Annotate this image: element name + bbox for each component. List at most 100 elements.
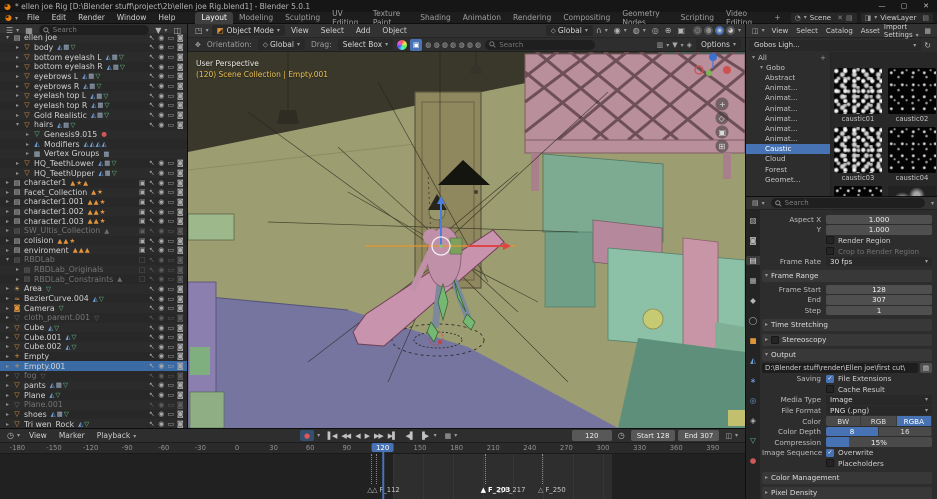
hide-toggle[interactable]: ◉ bbox=[157, 285, 167, 293]
render-toggle[interactable]: ◙ bbox=[176, 34, 186, 42]
hide-toggle[interactable]: ◉ bbox=[157, 401, 167, 409]
view-options-icon[interactable]: ◫▾ bbox=[722, 432, 741, 440]
outliner-row[interactable]: ▸▽Gold Realistic◭▦▽↖◉▭◙ bbox=[0, 110, 187, 120]
selectable-toggle[interactable]: ↖ bbox=[147, 362, 157, 370]
asset-thumbnail[interactable] bbox=[834, 186, 882, 196]
viewport-toggle[interactable]: ▭ bbox=[166, 324, 176, 332]
hide-toggle[interactable]: ◉ bbox=[157, 227, 167, 235]
selectable-toggle[interactable]: ↖ bbox=[147, 53, 157, 61]
collection-checkbox[interactable]: ▣ bbox=[138, 198, 148, 206]
play-reverse-button[interactable]: ◀ bbox=[353, 432, 362, 440]
segment-option-bw[interactable]: BW bbox=[826, 416, 861, 426]
outliner-row[interactable]: ▸▽Cube◭▽↖◉▭◙ bbox=[0, 323, 187, 333]
shading-material-icon[interactable]: ◉ bbox=[715, 26, 724, 35]
hide-toggle[interactable]: ◉ bbox=[157, 372, 167, 380]
viewport-toggle[interactable]: ▭ bbox=[166, 401, 176, 409]
selectable-toggle[interactable]: ↖ bbox=[147, 304, 157, 312]
import-settings-dropdown[interactable]: Import Settings▾ bbox=[884, 24, 921, 39]
drag-mode-dropdown[interactable]: Select Box▾ bbox=[338, 39, 393, 50]
checkbox[interactable]: ✓ bbox=[826, 375, 834, 383]
selectable-toggle[interactable]: ↖ bbox=[147, 352, 157, 360]
workspace-tab-video-editing[interactable]: Video Editing bbox=[720, 12, 768, 24]
collection-checkbox[interactable]: ▣ bbox=[138, 237, 148, 245]
editor-type-icon[interactable]: ◳▾ bbox=[192, 26, 212, 35]
hide-toggle[interactable]: ◉ bbox=[157, 63, 167, 71]
viewport-toggle[interactable]: ▭ bbox=[166, 285, 176, 293]
selectable-toggle[interactable]: ↖ bbox=[147, 381, 157, 389]
camera-view-icon[interactable]: ▣ bbox=[719, 128, 727, 137]
hide-toggle[interactable]: ◉ bbox=[157, 304, 167, 312]
collection-checkbox[interactable]: □ bbox=[138, 256, 148, 264]
shading-rendered-icon[interactable]: ◕ bbox=[726, 26, 735, 35]
properties-search-input[interactable]: Search bbox=[771, 198, 925, 208]
jump-prev-frame-button[interactable]: ◀▌ bbox=[403, 432, 417, 440]
catalog-item-cloud[interactable]: Cloud bbox=[746, 154, 830, 164]
selectable-toggle[interactable]: ↖ bbox=[147, 227, 157, 235]
segment-option-rgb[interactable]: RGB bbox=[861, 416, 896, 426]
catalog-item-animat-[interactable]: Animat... bbox=[746, 103, 830, 113]
timeline-body[interactable]: -180-150-120-90-60-300306090120150180210… bbox=[0, 443, 745, 499]
viewport-toggle[interactable]: ▭ bbox=[166, 92, 176, 100]
selectable-toggle[interactable]: ↖ bbox=[147, 256, 157, 264]
selectable-toggle[interactable]: ↖ bbox=[147, 343, 157, 351]
outliner-row[interactable]: ▸▽bottom eyelash L◭▦▽↖◉▭◙ bbox=[0, 52, 187, 62]
outliner-row[interactable]: ▸▤enviroment▲▲▲▣↖◉▭◙ bbox=[0, 245, 187, 255]
outliner-row[interactable]: ▸▽body◭▦▽↖◉▭◙ bbox=[0, 43, 187, 53]
expand-arrow-icon[interactable]: ▸ bbox=[3, 189, 12, 196]
asset-thumbnail[interactable] bbox=[834, 68, 882, 114]
asset-item-caustic01[interactable]: caustic01 bbox=[834, 68, 882, 123]
outliner-row[interactable]: ▸▽Tri wen_Rock◭▽↖◉▭◙ bbox=[0, 419, 187, 428]
selectable-toggle[interactable]: ↖ bbox=[147, 121, 157, 129]
selectable-toggle[interactable]: ↖ bbox=[147, 372, 157, 380]
outliner-row[interactable]: ▸▽eyelash top R◭▦▽↖◉▭◙ bbox=[0, 101, 187, 111]
viewport-3d[interactable]: ◳▾ ◩Object Mode▾ ViewSelectAddObject ⬦Gl… bbox=[188, 24, 745, 428]
render-toggle[interactable]: ◙ bbox=[176, 275, 186, 283]
grid-settings-icon[interactable]: ▥▾ bbox=[657, 41, 670, 49]
expand-arrow-icon[interactable]: ▸ bbox=[3, 314, 12, 321]
render-toggle[interactable]: ◙ bbox=[176, 401, 186, 409]
current-frame-field[interactable]: 120 bbox=[572, 430, 612, 441]
viewport-toggle[interactable]: ▭ bbox=[166, 121, 176, 129]
scene-unlink-icon[interactable]: ✕ bbox=[837, 14, 843, 22]
render-toggle[interactable]: ◙ bbox=[176, 92, 186, 100]
menu-edit[interactable]: Edit bbox=[46, 13, 73, 22]
expand-arrow-icon[interactable]: ▸ bbox=[13, 44, 22, 51]
expand-arrow-icon[interactable]: ▸ bbox=[3, 372, 12, 379]
gizmos-icon[interactable]: ⊕ bbox=[662, 26, 675, 35]
outliner-row[interactable]: ▸≈BezierCurve.004◭▽↖◉▭◙ bbox=[0, 294, 187, 304]
outliner-row[interactable]: ▸▽cloth_parent.001▽↖◉▭◙ bbox=[0, 313, 187, 323]
render-toggle[interactable]: ◙ bbox=[176, 285, 186, 293]
render-toggle[interactable]: ◙ bbox=[176, 246, 186, 254]
render-toggle[interactable]: ◙ bbox=[176, 372, 186, 380]
shading-solid-icon[interactable]: ◍ bbox=[704, 26, 713, 35]
outliner-row[interactable]: ▸▤character1.001▲▲★▣↖◉▭◙ bbox=[0, 197, 187, 207]
asset-item-caustic02[interactable]: caustic02 bbox=[888, 68, 936, 123]
hide-toggle[interactable]: ◉ bbox=[157, 391, 167, 399]
mode-dropdown[interactable]: ◩Object Mode▾ bbox=[212, 25, 285, 36]
tab-object[interactable]: ■ bbox=[746, 336, 760, 345]
expand-arrow-icon[interactable]: ▸ bbox=[13, 83, 22, 90]
collection-checkbox[interactable]: □ bbox=[138, 266, 148, 274]
expand-arrow-icon[interactable]: ▾ bbox=[3, 34, 12, 41]
hide-toggle[interactable]: ◉ bbox=[157, 72, 167, 80]
marker-triangle-icon[interactable]: ▲ bbox=[481, 486, 486, 494]
viewport-menu-add[interactable]: Add bbox=[350, 26, 377, 35]
outliner-row[interactable]: ▸▽Plane.001↖◉▭◙ bbox=[0, 400, 187, 410]
timeline-marker-f_217[interactable]: △F_217 bbox=[498, 486, 526, 494]
viewport-toggle[interactable]: ▭ bbox=[166, 43, 176, 51]
shading-wireframe-icon[interactable]: ◌ bbox=[693, 26, 702, 35]
outliner-row[interactable]: ▸▽eyebrows R◭▦▽↖◉▭◙ bbox=[0, 81, 187, 91]
viewport-toggle[interactable]: ▭ bbox=[166, 227, 176, 235]
outliner-row[interactable]: ▸▤RBDLab_Originals□↖◉▭◙ bbox=[0, 265, 187, 275]
expand-arrow-icon[interactable]: ▸ bbox=[3, 179, 12, 186]
section-output[interactable]: ▾Output bbox=[762, 349, 932, 361]
collection-checkbox[interactable]: ▣ bbox=[138, 188, 148, 196]
segment-option-8[interactable]: 8 bbox=[826, 427, 879, 437]
minimize-button[interactable]: — bbox=[871, 2, 893, 10]
section-pixel-density[interactable]: ▸Pixel Density bbox=[762, 487, 932, 499]
catalog-item-gobo[interactable]: ▾Gobo bbox=[746, 62, 830, 72]
hide-toggle[interactable]: ◉ bbox=[157, 410, 167, 418]
outliner-row[interactable]: ▾▽hairs◭▦▽↖◉▭◙ bbox=[0, 120, 187, 130]
select-field[interactable]: 30 fps▾ bbox=[826, 257, 932, 267]
slider-field[interactable]: 15% bbox=[826, 437, 932, 447]
